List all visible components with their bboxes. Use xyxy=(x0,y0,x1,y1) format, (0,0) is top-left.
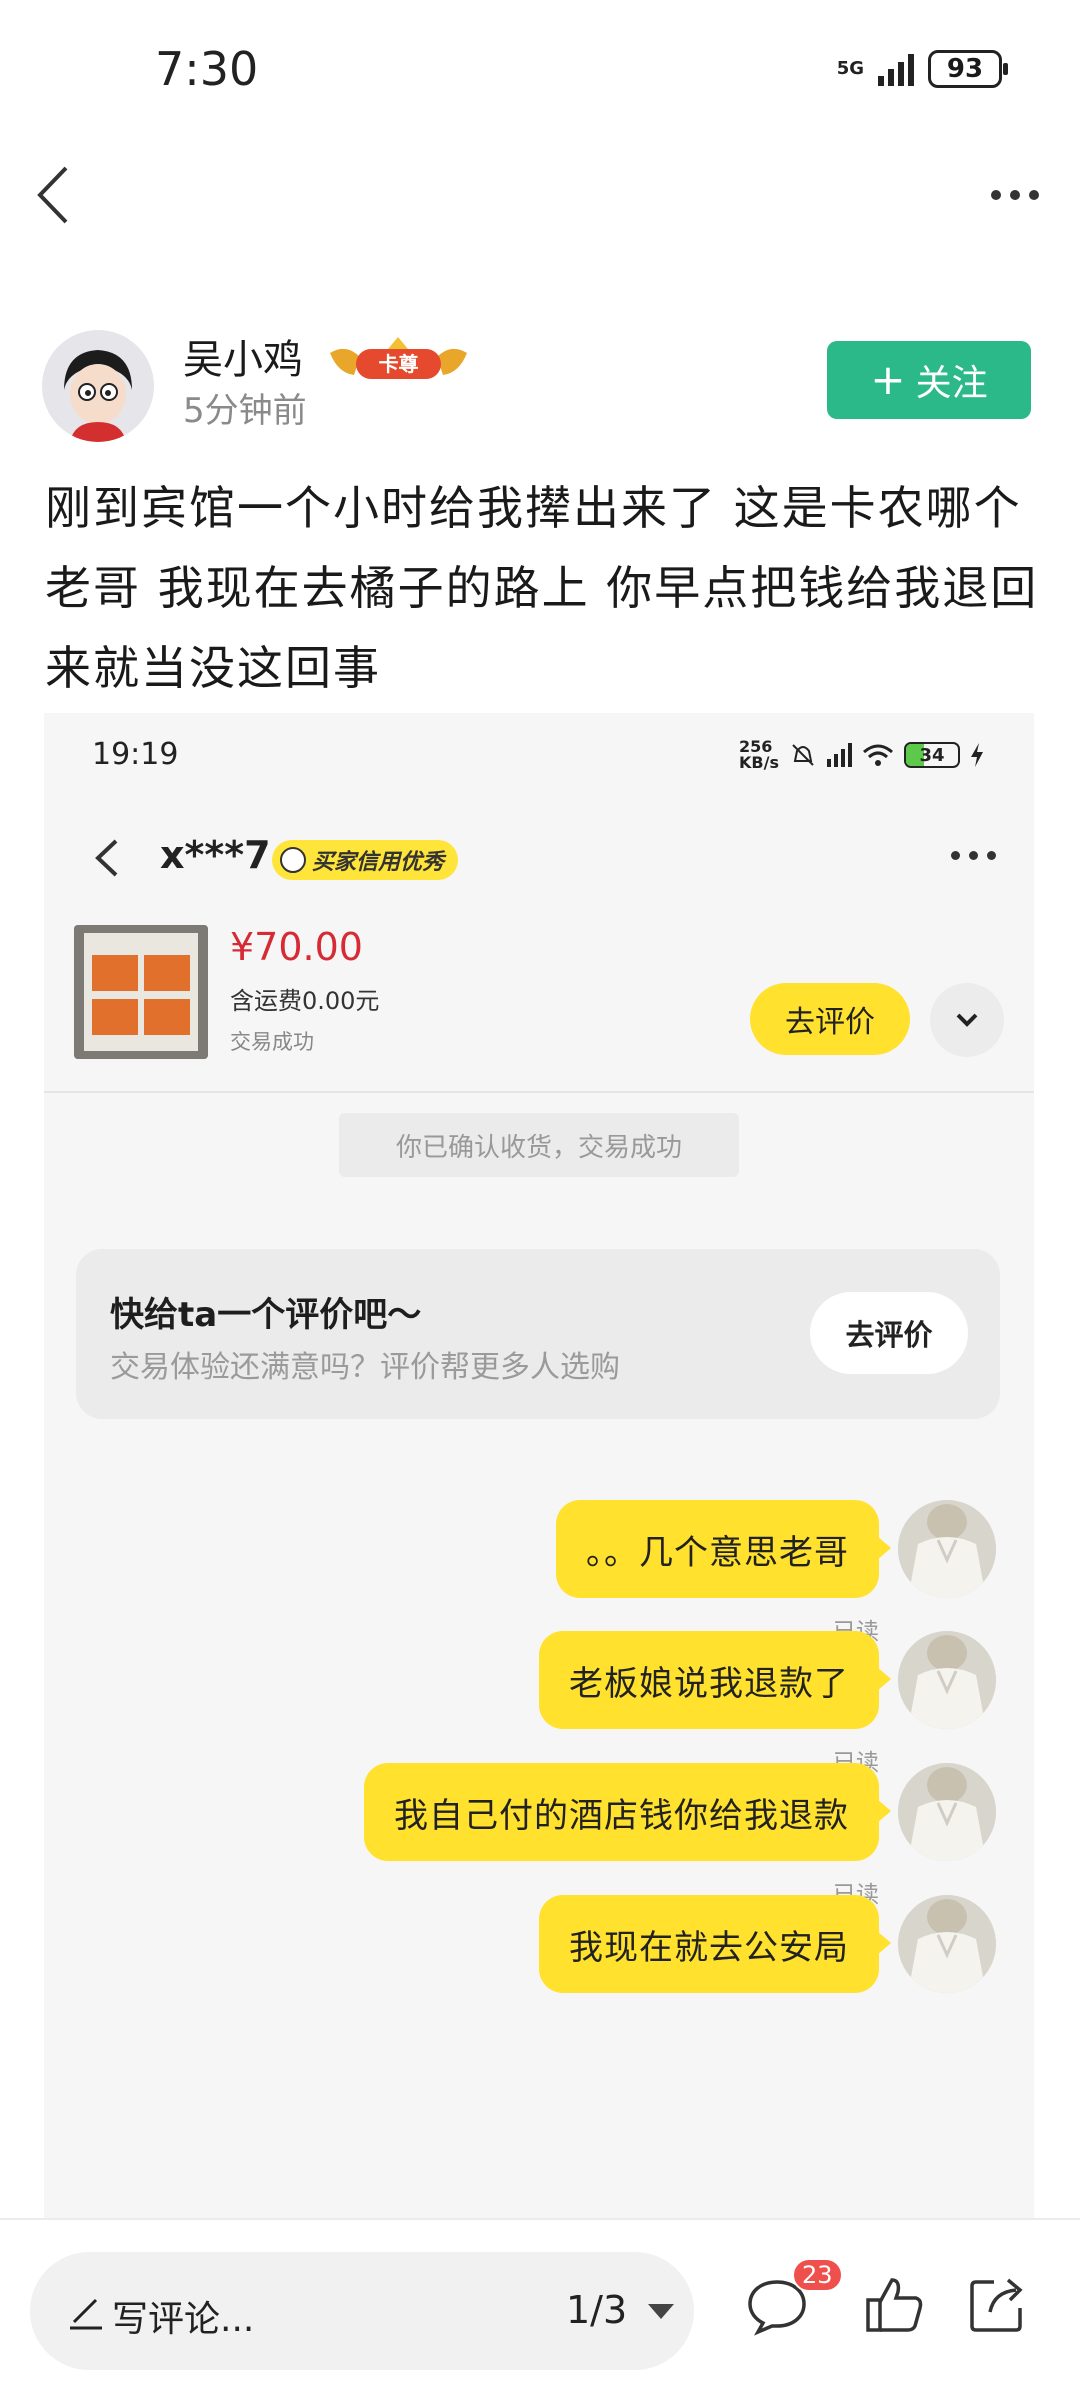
embedded-battery-level: 34 xyxy=(919,744,945,766)
embedded-credit-badge: 买家信用优秀 xyxy=(272,840,459,880)
status-time: 7:30 xyxy=(155,42,259,96)
embedded-product-thumbnail xyxy=(74,925,208,1059)
embedded-review-button: 去评价 xyxy=(750,983,910,1055)
vip-badge-icon: 卡尊 xyxy=(326,335,471,385)
signal-icon xyxy=(878,52,914,86)
embedded-battery-icon: 34 xyxy=(904,742,960,768)
vip-badge-label: 卡尊 xyxy=(379,352,419,376)
embedded-network-speed: 256 KB/s xyxy=(739,737,779,772)
comment-placeholder: 写评论... xyxy=(112,2299,255,2340)
credit-face-icon xyxy=(280,847,306,873)
wifi-icon xyxy=(863,744,893,766)
more-options-icon[interactable] xyxy=(980,165,1050,225)
mute-icon xyxy=(792,744,814,766)
pen-icon xyxy=(70,2298,102,2330)
embedded-sender-avatar xyxy=(898,1631,996,1729)
embedded-review-prompt-subtitle: 交易体验还满意吗？评价帮更多人选购 xyxy=(110,1350,620,1385)
plus-icon: + xyxy=(870,355,906,404)
embedded-sender-avatar xyxy=(898,1500,996,1598)
embedded-review-prompt-title: 快给ta一个评价吧～ xyxy=(110,1295,422,1335)
battery-icon: 93 xyxy=(928,50,1008,88)
top-nav xyxy=(0,140,1080,250)
embedded-message-bubble: 。。几个意思老哥 xyxy=(556,1500,891,1598)
post-body-text: 刚到宾馆一个小时给我撵出来了 这是卡农哪个老哥 我现在去橘子的路上 你早点把钱给… xyxy=(45,481,1039,695)
embedded-system-message: 你已确认收货，交易成功 xyxy=(339,1113,739,1177)
embedded-sender-avatar xyxy=(898,1895,996,1993)
author-row: 吴小鸡 卡尊 5分钟前 + 关注 xyxy=(0,315,1080,455)
embedded-order-status: 交易成功 xyxy=(230,1030,314,1054)
embedded-status-bar: 19:19 256 KB/s 34 xyxy=(44,713,1034,803)
embedded-credit-label: 买家信用优秀 xyxy=(312,850,445,875)
back-icon[interactable] xyxy=(24,160,94,230)
embedded-order-price: ¥70.00 xyxy=(230,925,363,969)
embedded-message-bubble: 老板娘说我退款了 xyxy=(539,1631,891,1729)
embedded-status-time: 19:19 xyxy=(92,737,179,772)
embedded-chat-message: 我现在就去公安局 xyxy=(44,1895,1034,2075)
embedded-review-prompt: 快给ta一个评价吧～ 交易体验还满意吗？评价帮更多人选购 去评价 xyxy=(76,1249,1000,1419)
embedded-review-prompt-button: 去评价 xyxy=(810,1292,968,1374)
embedded-order-shipping: 含运费0.00元 xyxy=(230,987,380,1015)
embedded-signal-icon xyxy=(827,743,852,767)
caret-down-icon[interactable] xyxy=(648,2304,674,2319)
thumbs-up-icon[interactable] xyxy=(860,2270,930,2340)
embedded-message-bubble: 我现在就去公安局 xyxy=(539,1895,891,1993)
author-name[interactable]: 吴小鸡 xyxy=(183,327,303,385)
author-avatar[interactable] xyxy=(42,330,154,442)
embedded-message-bubble: 我自己付的酒店钱你给我退款 xyxy=(364,1763,891,1861)
network-type-label: 5G xyxy=(836,58,864,79)
embedded-chevron-down-icon xyxy=(930,983,1004,1057)
embedded-status-icons: 256 KB/s 34 xyxy=(739,739,984,771)
status-icons: 5G 93 xyxy=(836,50,1008,88)
follow-button[interactable]: + 关注 xyxy=(827,341,1031,419)
embedded-more-icon xyxy=(951,851,996,860)
status-bar: 7:30 5G 93 xyxy=(0,0,1080,140)
embedded-chat-username: x***7 xyxy=(160,833,271,877)
page-indicator[interactable]: 1/3 xyxy=(566,2288,627,2332)
post-time: 5分钟前 xyxy=(183,391,307,431)
battery-level: 93 xyxy=(946,54,984,84)
charging-icon xyxy=(971,743,983,767)
comment-count-badge: 23 xyxy=(792,2258,843,2292)
follow-label: 关注 xyxy=(915,363,988,404)
embedded-sender-avatar xyxy=(898,1763,996,1861)
post-image[interactable]: 19:19 256 KB/s 34 x***7 买家信用优秀 ¥70.00 含运… xyxy=(44,713,1034,2218)
comment-input[interactable]: 写评论... 1/3 xyxy=(30,2252,694,2370)
embedded-order-card: ¥70.00 含运费0.00元 交易成功 去评价 xyxy=(44,913,1034,1093)
embedded-back-icon xyxy=(84,833,134,883)
share-icon[interactable] xyxy=(964,2270,1034,2340)
embedded-chat-header: x***7 买家信用优秀 xyxy=(44,803,1034,913)
bottom-action-bar: 写评论... 1/3 23 xyxy=(0,2218,1080,2400)
